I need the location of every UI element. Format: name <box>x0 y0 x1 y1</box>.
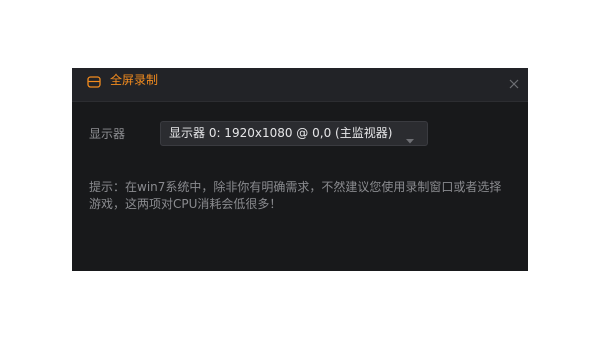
monitor-icon <box>87 74 101 88</box>
hint-line-1: 提示：在win7系统中，除非你有明确需求，不然建议您使用录制窗口或者选择 <box>89 180 502 194</box>
hint-line-2: 游戏，这两项对CPU消耗会低很多！ <box>89 197 282 211</box>
fullscreen-record-dialog: 全屏录制 显示器 显示器 0: 1920x1080 @ 0,0 (主监视器) 提… <box>72 68 528 271</box>
title-bar: 全屏录制 <box>72 68 528 102</box>
hint-text: 提示：在win7系统中，除非你有明确需求，不然建议您使用录制窗口或者选择 游戏，… <box>89 179 509 213</box>
chevron-down-icon[interactable] <box>405 130 415 144</box>
close-icon[interactable] <box>506 76 522 92</box>
display-select[interactable]: 显示器 0: 1920x1080 @ 0,0 (主监视器) <box>160 121 428 146</box>
close-button[interactable] <box>506 76 522 92</box>
display-select-value[interactable]: 显示器 0: 1920x1080 @ 0,0 (主监视器) <box>169 125 392 142</box>
dialog-title: 全屏录制 <box>110 73 159 87</box>
display-label: 显示器 <box>89 127 126 141</box>
